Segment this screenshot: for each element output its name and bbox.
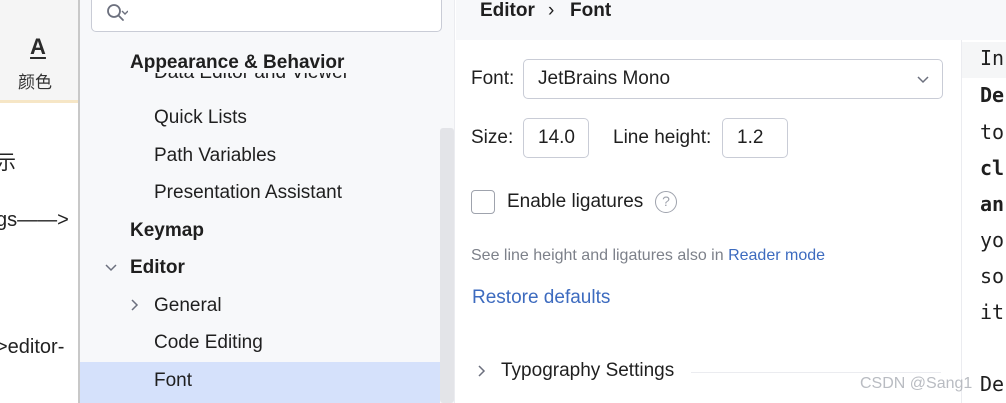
enable-ligatures-checkbox[interactable] — [471, 190, 495, 214]
sidebar-sticky-header[interactable]: Appearance & Behavior — [130, 45, 390, 73]
preview-line: De — [980, 83, 1005, 107]
typography-settings-toggle[interactable]: Typography Settings — [501, 360, 674, 382]
chevron-right-icon[interactable] — [128, 298, 142, 312]
sidebar-item-font[interactable]: Font — [154, 363, 192, 399]
breadcrumb: Editor › Font — [456, 0, 1006, 40]
font-preview-pane: In De to cl an yo so it De — [961, 40, 1006, 403]
preview-line: cl — [980, 156, 1005, 180]
font-family-value: JetBrains Mono — [538, 68, 671, 89]
font-label: Font: — [471, 68, 515, 89]
preview-line: so — [980, 264, 1005, 288]
help-icon[interactable]: ? — [655, 191, 677, 213]
font-family-select[interactable]: JetBrains Mono — [523, 59, 943, 99]
sidebar-item-keymap[interactable]: Keymap — [130, 213, 204, 249]
chevron-down-icon — [917, 76, 929, 84]
search-icon[interactable] — [106, 3, 128, 25]
hint-text-body: See line height and ligatures also in — [471, 247, 729, 264]
preview-line: to — [980, 120, 1005, 144]
breadcrumb-font: Font — [570, 0, 612, 21]
background-toolbar: A 颜色 — [0, 0, 80, 103]
hint-text: See line height and ligatures also in Re… — [471, 247, 825, 265]
preview-line: it — [980, 300, 1005, 324]
sidebar-item-presentation-assistant[interactable]: Presentation Assistant — [154, 175, 342, 211]
font-color-icon[interactable]: A — [28, 34, 48, 60]
breadcrumb-separator: › — [548, 0, 555, 21]
preview-line: De — [980, 372, 1005, 396]
line-height-label: Line height: — [613, 127, 712, 148]
sidebar-selection-highlight — [80, 362, 440, 403]
chevron-right-icon[interactable] — [475, 364, 489, 378]
preview-line: yo — [980, 228, 1005, 252]
preview-line: In — [980, 46, 1005, 70]
sidebar-item-path-variables[interactable]: Path Variables — [154, 138, 276, 174]
background-text-3: >editor- — [0, 336, 65, 358]
sidebar-item-quick-lists[interactable]: Quick Lists — [154, 100, 247, 136]
size-label: Size: — [471, 127, 514, 148]
settings-content: Editor › Font Font: JetBrains Mono Size:… — [456, 0, 1006, 403]
sidebar-item-general[interactable]: General — [154, 288, 222, 324]
sidebar-item-editor[interactable]: Editor — [130, 250, 185, 286]
chevron-down-icon[interactable] — [104, 261, 118, 275]
breadcrumb-editor[interactable]: Editor — [480, 0, 535, 22]
font-size-input[interactable]: 14.0 — [523, 118, 589, 158]
preview-line: an — [980, 192, 1005, 216]
section-divider — [691, 372, 941, 373]
background-app: A 颜色 示 gs——> >editor- — [0, 0, 80, 403]
watermark: CSDN @Sang1 — [860, 375, 973, 392]
line-height-input[interactable]: 1.2 — [722, 118, 788, 158]
restore-defaults-link[interactable]: Restore defaults — [472, 287, 610, 309]
settings-search-input[interactable] — [91, 0, 442, 32]
background-text-2: gs——> — [0, 209, 69, 231]
sidebar-item-code-editing[interactable]: Code Editing — [154, 325, 263, 361]
font-color-label[interactable]: 颜色 — [18, 68, 52, 93]
enable-ligatures-label[interactable]: Enable ligatures — [507, 191, 643, 213]
reader-mode-link[interactable]: Reader mode — [728, 247, 825, 264]
sidebar-scrollbar[interactable] — [440, 128, 454, 403]
settings-sidebar: Data Editor and Viewer Appearance & Beha… — [80, 0, 455, 403]
background-text-1: 示 — [0, 152, 16, 174]
